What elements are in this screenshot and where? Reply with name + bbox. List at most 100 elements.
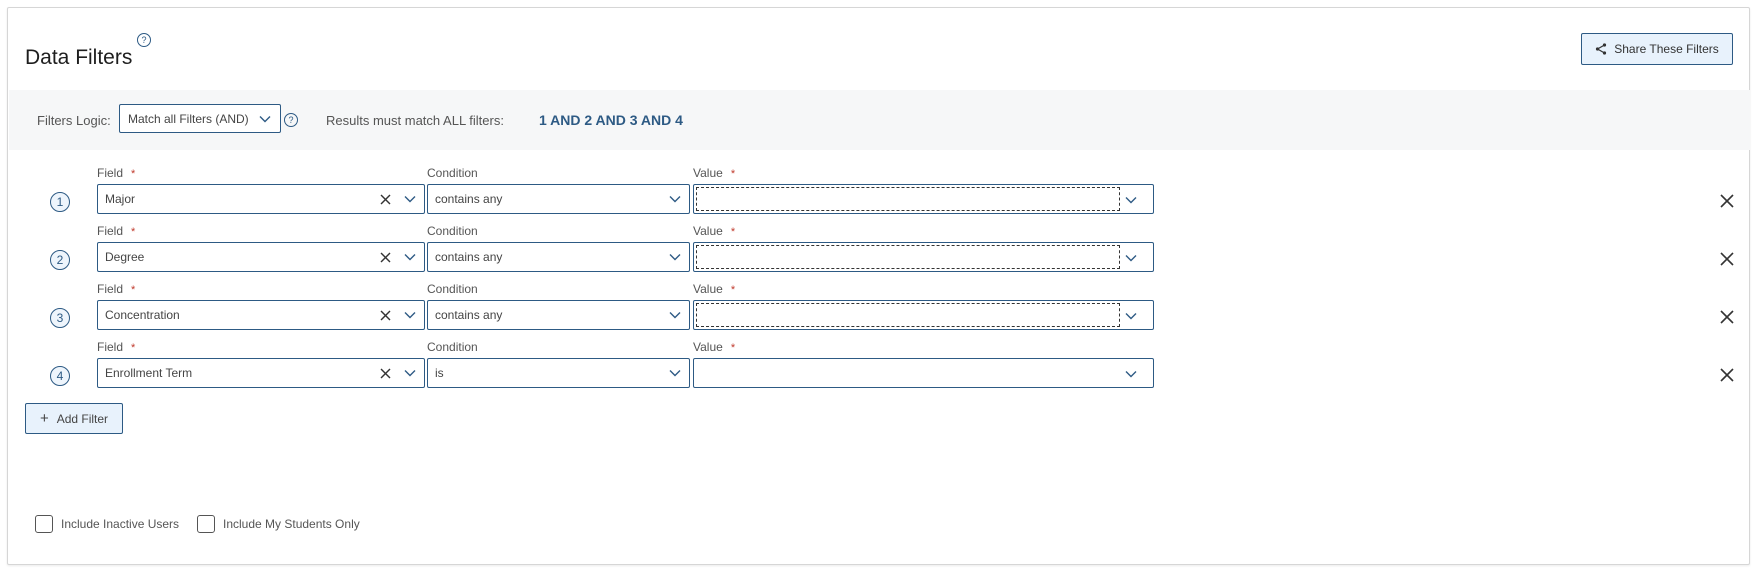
field-select-value: Major — [105, 192, 136, 206]
logic-help-icon[interactable]: ? — [284, 113, 298, 127]
value-label: Value * — [693, 340, 735, 354]
share-icon — [1596, 43, 1607, 55]
clear-icon[interactable] — [380, 252, 391, 263]
my-students-option[interactable]: Include My Students Only — [197, 515, 360, 533]
field-select-value: Degree — [105, 250, 145, 264]
value-input-focus[interactable] — [696, 187, 1120, 211]
include-inactive-checkbox[interactable] — [35, 515, 53, 533]
chevron-down-icon[interactable] — [403, 192, 417, 206]
filter-number-badge: 3 — [50, 308, 70, 328]
condition-select-value: contains any — [435, 192, 503, 206]
field-select-value: Concentration — [105, 308, 180, 322]
field-label-text: Field — [97, 224, 124, 238]
filter-row: 3 Field * Concentration Condition contain… — [8, 282, 1751, 340]
chevron-down-icon — [669, 196, 681, 203]
my-students-checkbox[interactable] — [197, 515, 215, 533]
chevron-down-icon — [669, 312, 681, 319]
value-select[interactable] — [693, 242, 1154, 272]
clear-icon[interactable] — [380, 194, 391, 205]
filters-logic-select[interactable]: Match all Filters (AND) — [119, 104, 281, 133]
required-marker: * — [730, 226, 736, 238]
condition-label: Condition — [427, 166, 478, 180]
logic-expression: 1 AND 2 AND 3 AND 4 — [539, 112, 683, 128]
required-marker: * — [730, 168, 736, 180]
condition-select-value: is — [435, 366, 444, 380]
filter-number-badge: 2 — [50, 250, 70, 270]
field-select[interactable]: Major — [97, 184, 425, 214]
filters-logic-label: Filters Logic: — [37, 113, 111, 128]
remove-filter-icon[interactable] — [1720, 194, 1734, 208]
chevron-down-icon[interactable] — [403, 250, 417, 264]
add-filter-label: Add Filter — [56, 411, 109, 426]
field-select-value: Enrollment Term — [105, 366, 193, 380]
filters-logic-value: Match all Filters (AND) — [128, 111, 249, 126]
value-label: Value * — [693, 166, 735, 180]
condition-select[interactable]: contains any — [427, 300, 690, 330]
chevron-down-icon — [1125, 313, 1137, 320]
clear-icon[interactable] — [380, 368, 391, 379]
chevron-down-icon — [669, 254, 681, 261]
value-label-text: Value — [693, 224, 723, 238]
condition-select[interactable]: contains any — [427, 184, 690, 214]
condition-select[interactable]: contains any — [427, 242, 690, 272]
share-filters-button[interactable]: Share These Filters — [1581, 33, 1733, 65]
filters-logic-bar: Filters Logic: Match all Filters (AND) ?… — [9, 90, 1750, 150]
condition-select-value: contains any — [435, 250, 503, 264]
value-label: Value * — [693, 282, 735, 296]
condition-select[interactable]: is — [427, 358, 690, 388]
field-label: Field * — [97, 340, 135, 354]
value-label-text: Value — [693, 340, 723, 354]
title-help-icon[interactable]: ? — [137, 33, 151, 47]
value-input-focus[interactable] — [696, 245, 1120, 269]
condition-label: Condition — [427, 282, 478, 296]
field-label: Field * — [97, 282, 135, 296]
clear-icon[interactable] — [380, 310, 391, 321]
include-inactive-label: Include Inactive Users — [61, 517, 180, 531]
value-select[interactable] — [693, 300, 1154, 330]
field-label-text: Field — [97, 166, 124, 180]
add-filter-button[interactable]: + Add Filter — [25, 403, 123, 434]
value-select[interactable] — [693, 358, 1154, 388]
field-select[interactable]: Degree — [97, 242, 425, 272]
page-title: Data Filters — [25, 46, 133, 70]
condition-label: Condition — [427, 340, 478, 354]
filter-row: 4 Field * Enrollment Term Condition is Va… — [8, 340, 1751, 398]
value-input-focus[interactable] — [696, 303, 1120, 327]
filter-number-badge: 1 — [50, 192, 70, 212]
required-marker: * — [131, 226, 136, 238]
value-label-text: Value — [693, 166, 723, 180]
chevron-down-icon — [259, 115, 271, 122]
include-inactive-option[interactable]: Include Inactive Users — [35, 515, 179, 533]
required-marker: * — [730, 284, 736, 296]
field-select[interactable]: Concentration — [97, 300, 425, 330]
field-label-text: Field — [97, 340, 124, 354]
required-marker: * — [131, 342, 136, 354]
filter-row: 2 Field * Degree Condition contains any V… — [8, 224, 1751, 282]
chevron-down-icon[interactable] — [403, 308, 417, 322]
data-filters-panel: Data Filters ? Share These Filters Filte… — [7, 7, 1750, 565]
remove-filter-icon[interactable] — [1720, 310, 1734, 324]
chevron-down-icon[interactable] — [403, 366, 417, 380]
required-marker: * — [131, 168, 136, 180]
remove-filter-icon[interactable] — [1720, 252, 1734, 266]
chevron-down-icon — [669, 370, 681, 377]
results-description: Results must match ALL filters: — [326, 113, 504, 128]
chevron-down-icon — [1125, 255, 1137, 262]
condition-select-value: contains any — [435, 308, 503, 322]
value-label-text: Value — [693, 282, 723, 296]
share-filters-label: Share These Filters — [1614, 42, 1719, 56]
field-label: Field * — [97, 166, 135, 180]
remove-filter-icon[interactable] — [1720, 368, 1734, 382]
filter-number-badge: 4 — [50, 366, 70, 386]
value-select[interactable] — [693, 184, 1154, 214]
required-marker: * — [730, 342, 736, 354]
field-label-text: Field — [97, 282, 124, 296]
required-marker: * — [131, 284, 136, 296]
condition-label: Condition — [427, 224, 478, 238]
my-students-label: Include My Students Only — [223, 517, 360, 531]
value-label: Value * — [693, 224, 735, 238]
filter-row: 1 Field * Major Condition contains any Va… — [8, 166, 1751, 224]
chevron-down-icon — [1125, 197, 1137, 204]
plus-icon: + — [39, 410, 49, 427]
field-select[interactable]: Enrollment Term — [97, 358, 425, 388]
